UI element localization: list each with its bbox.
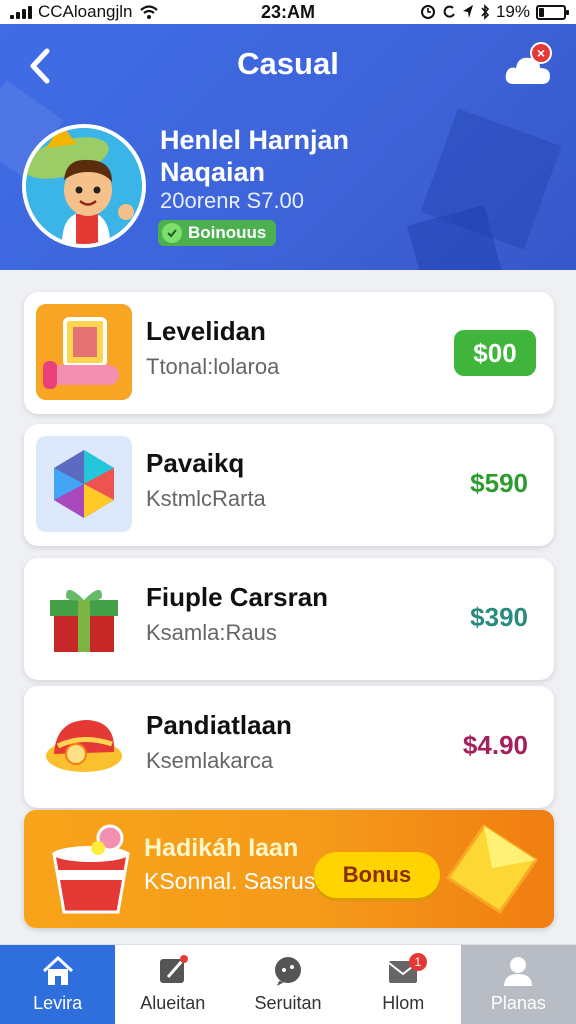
ticket-icon <box>445 823 539 915</box>
signal-icon <box>10 5 32 19</box>
item-subtitle: Ksemlakarca <box>146 748 274 773</box>
battery-level <box>539 7 544 17</box>
rotation-lock-icon <box>443 5 455 18</box>
bucket-icon <box>52 824 130 914</box>
status-left: CCAloangjln <box>10 2 210 22</box>
hat-icon <box>36 698 132 794</box>
list-item[interactable]: Levelidan Ttonal:lolaroa $00 <box>24 292 554 414</box>
gift-icon <box>36 570 132 666</box>
status-right: 19% <box>420 2 569 22</box>
avatar-character-icon <box>26 128 142 244</box>
nav-item-edit[interactable]: Alueitan <box>115 945 230 1024</box>
carrier-label: CCAloangjln <box>38 2 133 21</box>
price-button[interactable]: $00 <box>454 330 536 376</box>
item-subtitle: Ttonal:lolaroa <box>146 354 280 379</box>
profile-header: Casual × Henlel Harnjan Naqaian 20orenʀ … <box>0 24 576 270</box>
nav-item-home[interactable]: Levira <box>0 945 116 1024</box>
avatar[interactable] <box>22 124 146 248</box>
banner-subtitle: KSonnal. Sasrus <box>144 868 316 894</box>
item-title: Fiuple Carsran <box>146 582 329 612</box>
item-title: Levelidan <box>146 316 266 346</box>
profile-icon <box>504 957 533 986</box>
alarm-icon <box>420 5 435 19</box>
profile-name: Henlel Harnjan Naqaian <box>160 125 350 187</box>
home-icon <box>42 955 73 985</box>
nav-item-profile[interactable]: Planas <box>460 945 576 1024</box>
bonus-tag[interactable]: Boinouus <box>158 220 277 246</box>
notification-badge: × <box>530 42 552 64</box>
bottom-nav: Levira Alueitan Seruitan 1 Hlom Planas <box>0 944 576 1024</box>
mail-badge: 1 <box>408 953 427 971</box>
gem-icon <box>36 436 132 532</box>
dumbbell-icon <box>36 304 132 400</box>
bonus-button[interactable]: Bonus <box>314 852 440 898</box>
item-subtitle: Ksamla:Raus <box>146 620 277 645</box>
item-price: $390 <box>470 602 528 632</box>
nav-label: Hlom <box>382 993 425 1013</box>
bonus-banner[interactable]: Hadikáh Iaan KSonnal. Sasrus Bonus <box>24 810 554 928</box>
chat-icon <box>275 957 301 986</box>
list-item[interactable]: Pavaikq KstmlcRarta $590 <box>24 424 554 546</box>
check-icon <box>162 223 182 243</box>
nav-label: Levira <box>33 993 83 1013</box>
nav-label: Planas <box>490 993 546 1013</box>
bonus-tag-label: Boinouus <box>188 223 267 242</box>
nav-item-chat[interactable]: Seruitan <box>230 945 345 1024</box>
edit-icon <box>159 955 188 983</box>
status-bar: CCAloangjln 23:AM 19% <box>0 0 576 24</box>
bluetooth-icon <box>481 4 490 20</box>
item-price: $4.90 <box>462 730 528 760</box>
battery-percent: 19% <box>495 2 530 21</box>
wifi-icon <box>139 5 158 19</box>
list-item[interactable]: Fiuple Carsran Ksamla:Raus $390 <box>24 558 554 680</box>
list-item[interactable]: Pandiatlaan Ksemlakarca $4.90 <box>24 686 554 808</box>
back-button[interactable] <box>18 44 62 88</box>
item-subtitle: KstmlcRarta <box>146 486 266 511</box>
banner-title: Hadikáh Iaan <box>144 834 299 862</box>
item-title: Pavaikq <box>146 448 245 478</box>
item-price: $590 <box>470 468 528 498</box>
page-title: Casual <box>237 46 339 81</box>
chevron-left-icon <box>30 48 50 84</box>
notifications-button[interactable]: × <box>504 42 554 90</box>
nav-label: Alueitan <box>140 993 206 1013</box>
nav-label: Seruitan <box>254 993 322 1013</box>
item-title: Pandiatlaan <box>146 710 292 740</box>
profile-balance: 20orenʀ S7.00 <box>160 188 305 213</box>
location-icon <box>462 5 473 18</box>
nav-item-mail[interactable]: 1 Hlom <box>346 945 461 1024</box>
battery-icon <box>536 4 569 20</box>
